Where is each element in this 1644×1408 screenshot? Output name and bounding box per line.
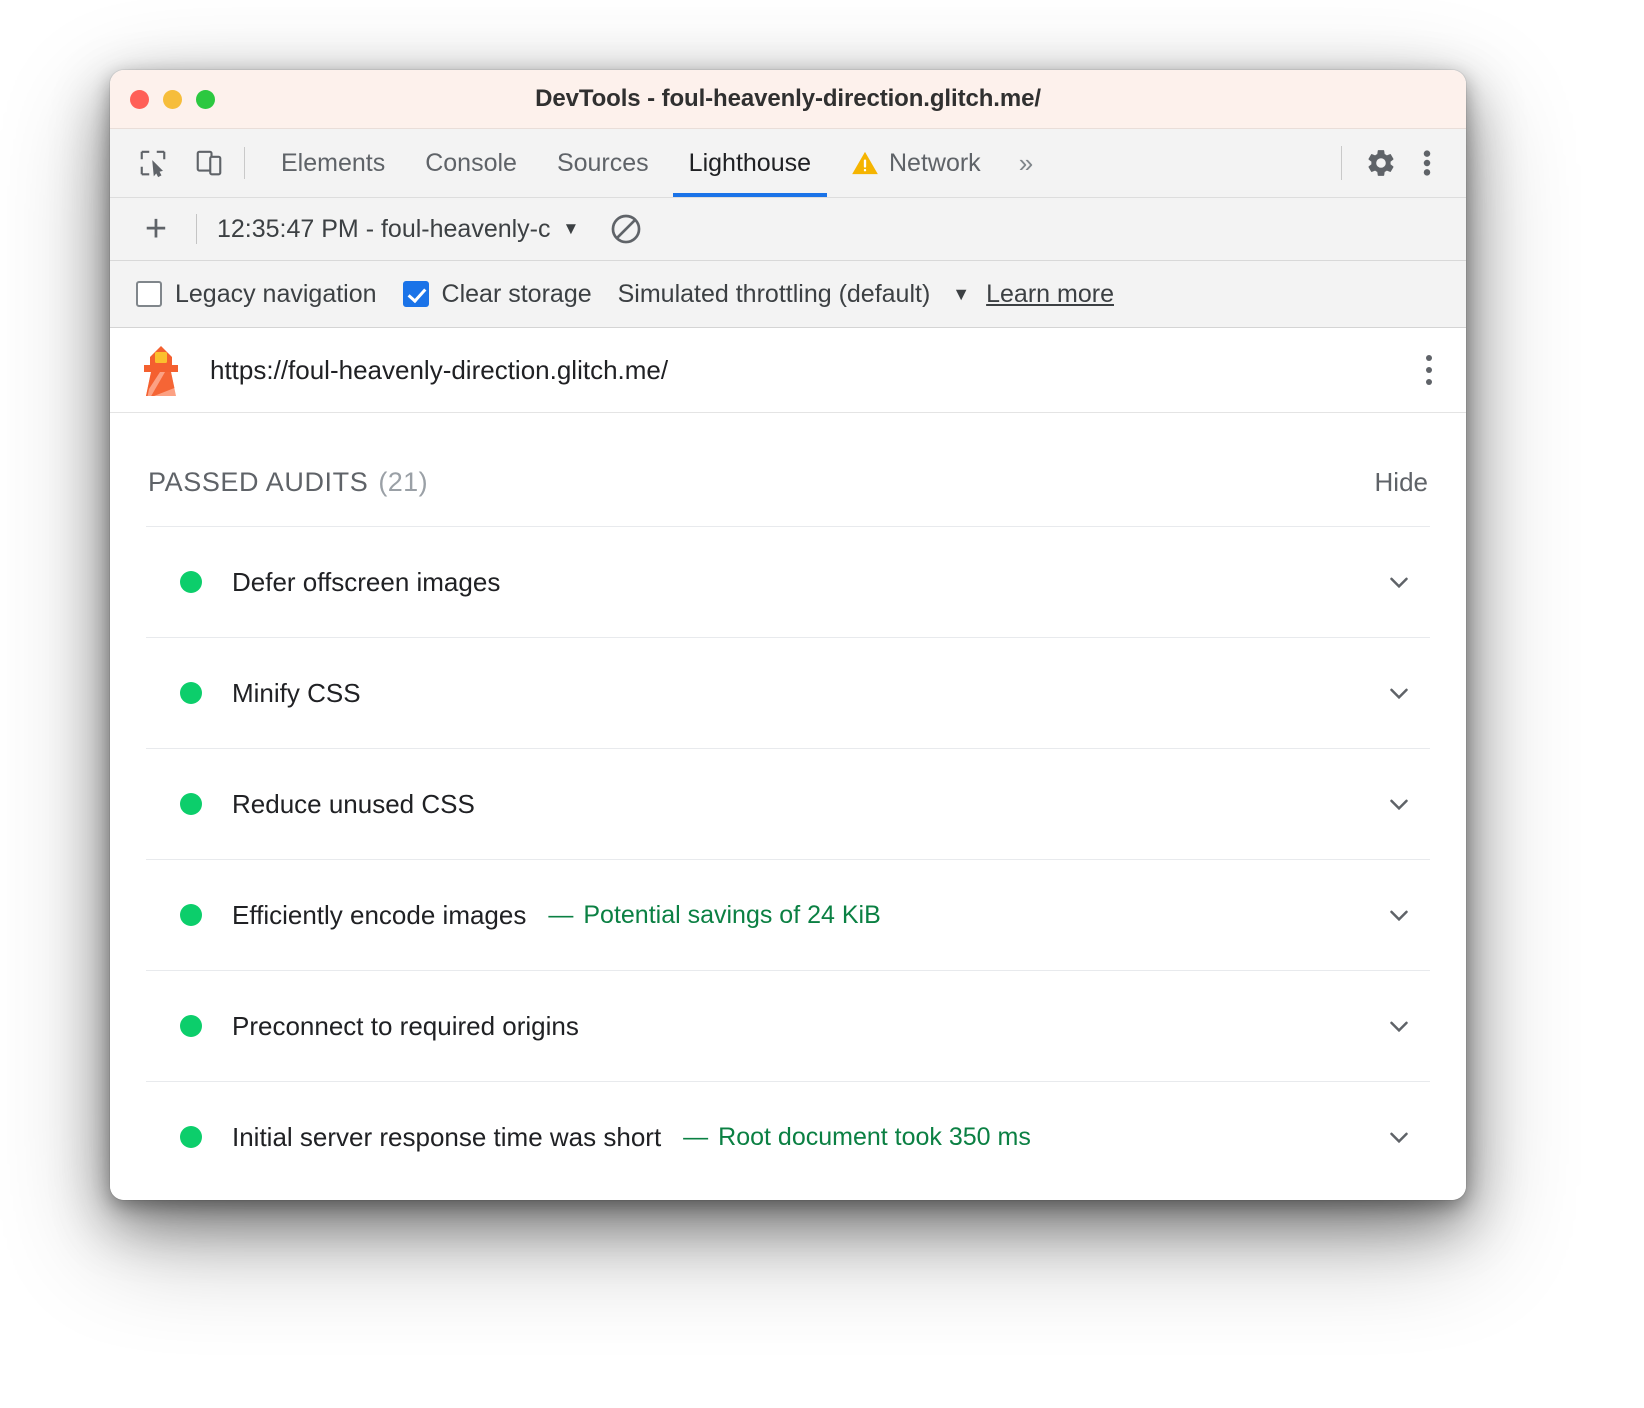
audit-title: Minify CSS (232, 678, 361, 709)
gear-icon[interactable] (1360, 142, 1402, 184)
passed-audits-list: Defer offscreen images Minify CSS Reduce… (146, 526, 1430, 1192)
tabstrip-divider (1341, 146, 1342, 180)
audit-row[interactable]: Efficiently encode images —Potential sav… (146, 860, 1430, 971)
chevron-down-icon[interactable] (1382, 787, 1416, 821)
devtools-window: DevTools - foul-heavenly-direction.glitc… (110, 70, 1466, 1200)
hide-button[interactable]: Hide (1375, 467, 1428, 498)
audit-title: Initial server response time was short (232, 1122, 661, 1153)
inspect-element-icon[interactable] (132, 142, 174, 184)
toolbar-divider (244, 147, 245, 179)
tab-sources[interactable]: Sources (537, 129, 669, 197)
chevron-down-icon: ▼ (563, 219, 580, 239)
minimize-window-button[interactable] (163, 90, 182, 109)
tab-console-label: Console (425, 149, 517, 178)
passed-audits-header: PASSED AUDITS (21) Hide (146, 413, 1430, 526)
kebab-menu-icon[interactable] (1406, 142, 1448, 184)
section-count: (21) (378, 467, 428, 498)
audit-row[interactable]: Initial server response time was short —… (146, 1082, 1430, 1192)
more-tabs-button[interactable]: » (1001, 129, 1051, 197)
tab-elements-label: Elements (281, 149, 385, 178)
audit-row[interactable]: Preconnect to required origins (146, 971, 1430, 1082)
audit-savings: —Root document took 350 ms (683, 1123, 1031, 1152)
chevron-down-icon[interactable] (1382, 898, 1416, 932)
audit-savings-text: Root document took 350 ms (718, 1123, 1031, 1151)
audit-title: Preconnect to required origins (232, 1011, 579, 1042)
actionbar-divider (196, 214, 197, 244)
clear-all-icon[interactable] (609, 212, 643, 246)
lighthouse-icon (138, 344, 184, 396)
tab-sources-label: Sources (557, 149, 649, 178)
throttling-select[interactable]: Simulated throttling (default) (618, 280, 931, 309)
report-url: https://foul-heavenly-direction.glitch.m… (210, 355, 668, 386)
lighthouse-report-body: PASSED AUDITS (21) Hide Defer offscreen … (110, 413, 1466, 1200)
report-url-header: https://foul-heavenly-direction.glitch.m… (110, 328, 1466, 413)
audit-savings-text: Potential savings of 24 KiB (583, 901, 880, 929)
tabstrip-right-tools (1335, 129, 1466, 197)
learn-more-link[interactable]: Learn more (986, 280, 1114, 309)
pass-status-icon (180, 682, 202, 704)
audit-row[interactable]: Reduce unused CSS (146, 749, 1430, 860)
audit-row[interactable]: Minify CSS (146, 638, 1430, 749)
tab-lighthouse-label: Lighthouse (689, 149, 811, 178)
pass-status-icon (180, 1126, 202, 1148)
devtools-tabstrip: Elements Console Sources Lighthouse (110, 129, 1466, 198)
audit-title: Efficiently encode images (232, 900, 526, 931)
window-titlebar: DevTools - foul-heavenly-direction.glitc… (110, 70, 1466, 129)
pass-status-icon (180, 793, 202, 815)
checkbox-icon (136, 281, 162, 307)
throttling-label: Simulated throttling (default) (618, 280, 931, 309)
section-title: PASSED AUDITS (148, 467, 368, 498)
checkbox-checked-icon (403, 281, 429, 307)
report-selector-value: 12:35:47 PM - foul-heavenly-c (217, 215, 551, 244)
lighthouse-options-bar: Legacy navigation Clear storage Simulate… (110, 261, 1466, 328)
chevron-down-icon[interactable] (1382, 1120, 1416, 1154)
tab-network[interactable]: Network (831, 129, 1001, 197)
window-controls (110, 90, 215, 109)
legacy-navigation-label: Legacy navigation (175, 280, 377, 309)
panel-tabs: Elements Console Sources Lighthouse (261, 129, 1051, 197)
pass-status-icon (180, 904, 202, 926)
tab-console[interactable]: Console (405, 129, 537, 197)
new-report-button[interactable]: + (132, 210, 180, 248)
legacy-navigation-checkbox[interactable]: Legacy navigation (136, 280, 377, 309)
chevron-down-icon[interactable]: ▼ (952, 284, 970, 305)
audit-savings: —Potential savings of 24 KiB (548, 901, 880, 930)
devtools-tool-icons (110, 129, 230, 197)
zoom-window-button[interactable] (196, 90, 215, 109)
chevron-down-icon[interactable] (1382, 565, 1416, 599)
lighthouse-actionbar: + 12:35:47 PM - foul-heavenly-c ▼ (110, 198, 1466, 261)
clear-storage-checkbox[interactable]: Clear storage (403, 280, 592, 309)
audit-title: Defer offscreen images (232, 567, 500, 598)
tab-lighthouse[interactable]: Lighthouse (669, 129, 831, 197)
report-menu-kebab-icon[interactable] (1420, 347, 1438, 393)
close-window-button[interactable] (130, 90, 149, 109)
clear-storage-label: Clear storage (442, 280, 592, 309)
warning-icon (851, 150, 879, 176)
tab-elements[interactable]: Elements (261, 129, 405, 197)
tab-network-label: Network (889, 149, 981, 178)
audit-row[interactable]: Defer offscreen images (146, 527, 1430, 638)
report-selector[interactable]: 12:35:47 PM - foul-heavenly-c ▼ (217, 215, 579, 244)
audit-title: Reduce unused CSS (232, 789, 475, 820)
device-toolbar-icon[interactable] (188, 142, 230, 184)
window-title: DevTools - foul-heavenly-direction.glitc… (110, 85, 1466, 113)
chevron-down-icon[interactable] (1382, 676, 1416, 710)
pass-status-icon (180, 1015, 202, 1037)
chevron-down-icon[interactable] (1382, 1009, 1416, 1043)
pass-status-icon (180, 571, 202, 593)
